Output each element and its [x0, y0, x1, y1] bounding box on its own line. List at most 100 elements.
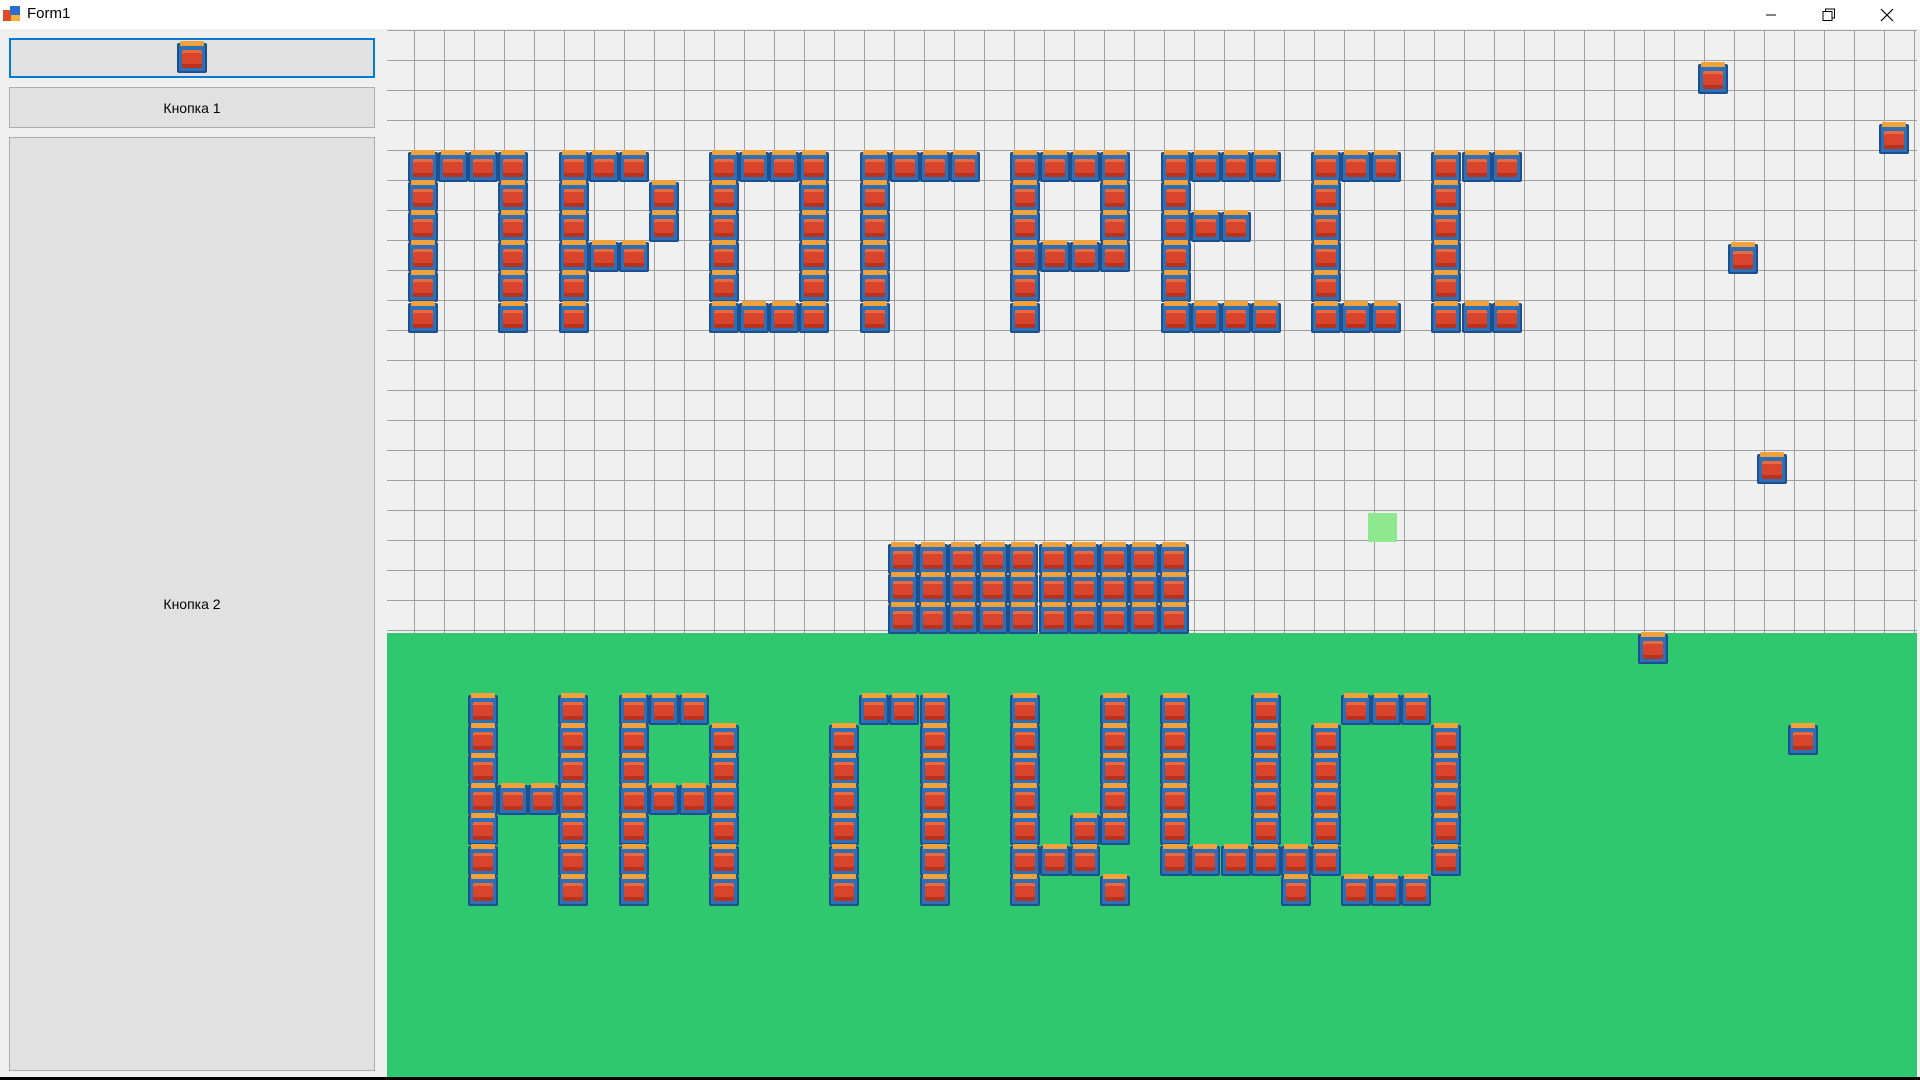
crate-block[interactable] — [1311, 753, 1341, 785]
crate-block[interactable] — [589, 240, 619, 272]
crate-block[interactable] — [799, 180, 829, 212]
crate-block[interactable] — [918, 542, 948, 574]
crate-block[interactable] — [920, 813, 950, 845]
crate-block[interactable] — [709, 180, 739, 212]
crate-block[interactable] — [408, 240, 438, 272]
crate-block[interactable] — [1160, 813, 1190, 845]
crate-block[interactable] — [619, 844, 649, 876]
crate-block[interactable] — [408, 210, 438, 242]
crate-block[interactable] — [799, 240, 829, 272]
crate-block[interactable] — [1788, 723, 1818, 755]
crate-block[interactable] — [1431, 150, 1461, 182]
crate-block[interactable] — [948, 572, 978, 604]
crate-block[interactable] — [1129, 602, 1159, 634]
crate-block[interactable] — [1191, 150, 1221, 182]
crate-block[interactable] — [468, 753, 498, 785]
crate-block[interactable] — [559, 180, 589, 212]
crate-block[interactable] — [888, 542, 918, 574]
crate-block[interactable] — [1159, 542, 1189, 574]
crate-block[interactable] — [888, 602, 918, 634]
crate-block[interactable] — [1040, 240, 1070, 272]
crate-block[interactable] — [1251, 301, 1281, 333]
crate-block[interactable] — [1728, 242, 1758, 274]
crate-block[interactable] — [1070, 844, 1100, 876]
crate-block[interactable] — [1010, 693, 1040, 725]
crate-block[interactable] — [1311, 301, 1341, 333]
crate-block[interactable] — [619, 783, 649, 815]
crate-block[interactable] — [769, 301, 799, 333]
crate-block[interactable] — [1040, 844, 1070, 876]
crate-block[interactable] — [1251, 844, 1281, 876]
grass-area[interactable] — [387, 633, 1917, 1077]
crate-block[interactable] — [1492, 301, 1522, 333]
crate-block[interactable] — [649, 210, 679, 242]
crate-block[interactable] — [888, 572, 918, 604]
title-bar[interactable]: Form1 — [0, 0, 1920, 29]
crate-block[interactable] — [709, 210, 739, 242]
crate-block[interactable] — [558, 693, 588, 725]
crate-block[interactable] — [559, 210, 589, 242]
crate-block[interactable] — [948, 542, 978, 574]
crate-block[interactable] — [1311, 844, 1341, 876]
crate-block[interactable] — [1431, 270, 1461, 302]
crate-block[interactable] — [1431, 844, 1461, 876]
crate-block[interactable] — [709, 240, 739, 272]
crate-block[interactable] — [978, 542, 1008, 574]
crate-block[interactable] — [709, 783, 739, 815]
crate-block[interactable] — [1191, 301, 1221, 333]
crate-block[interactable] — [1191, 210, 1221, 242]
crate-block[interactable] — [1100, 723, 1130, 755]
crate-block[interactable] — [1129, 542, 1159, 574]
crate-block[interactable] — [1100, 874, 1130, 906]
crate-block[interactable] — [920, 753, 950, 785]
crate-block[interactable] — [1341, 693, 1371, 725]
crate-block[interactable] — [920, 874, 950, 906]
crate-block[interactable] — [408, 301, 438, 333]
crate-block[interactable] — [468, 813, 498, 845]
crate-block[interactable] — [558, 813, 588, 845]
crate-block[interactable] — [408, 150, 438, 182]
maximize-button[interactable] — [1800, 0, 1858, 29]
crate-block[interactable] — [1161, 240, 1191, 272]
crate-block[interactable] — [1161, 210, 1191, 242]
highlighted-cell[interactable] — [1368, 513, 1397, 542]
crate-block[interactable] — [1099, 542, 1129, 574]
crate-block[interactable] — [1757, 452, 1787, 484]
crate-block[interactable] — [1311, 210, 1341, 242]
crate-block[interactable] — [498, 150, 528, 182]
close-button[interactable] — [1858, 0, 1916, 29]
crate-block[interactable] — [1462, 301, 1492, 333]
crate-block[interactable] — [1161, 301, 1191, 333]
crate-block[interactable] — [1010, 150, 1040, 182]
crate-block[interactable] — [619, 240, 649, 272]
crate-block[interactable] — [498, 783, 528, 815]
crate-block[interactable] — [1069, 572, 1099, 604]
crate-block[interactable] — [1431, 180, 1461, 212]
crate-block[interactable] — [860, 210, 890, 242]
crate-block[interactable] — [1221, 150, 1251, 182]
crate-block[interactable] — [1311, 270, 1341, 302]
crate-block[interactable] — [1221, 844, 1251, 876]
crate-block[interactable] — [1341, 301, 1371, 333]
crate-block[interactable] — [860, 301, 890, 333]
crate-block[interactable] — [1008, 542, 1038, 574]
crate-block[interactable] — [438, 150, 468, 182]
crate-block[interactable] — [918, 602, 948, 634]
crate-block[interactable] — [860, 240, 890, 272]
crate-block[interactable] — [739, 150, 769, 182]
crate-block[interactable] — [1010, 210, 1040, 242]
crate-block[interactable] — [649, 693, 679, 725]
crate-block[interactable] — [1100, 753, 1130, 785]
crate-block[interactable] — [1160, 753, 1190, 785]
crate-block[interactable] — [1879, 122, 1909, 154]
crate-block[interactable] — [1099, 572, 1129, 604]
crate-block[interactable] — [1039, 572, 1069, 604]
crate-block[interactable] — [1698, 62, 1728, 94]
crate-block[interactable] — [1221, 301, 1251, 333]
crate-block[interactable] — [1039, 542, 1069, 574]
crate-block[interactable] — [1311, 150, 1341, 182]
crate-block[interactable] — [709, 150, 739, 182]
crate-block[interactable] — [589, 150, 619, 182]
crate-block[interactable] — [1431, 210, 1461, 242]
crate-block[interactable] — [829, 813, 859, 845]
